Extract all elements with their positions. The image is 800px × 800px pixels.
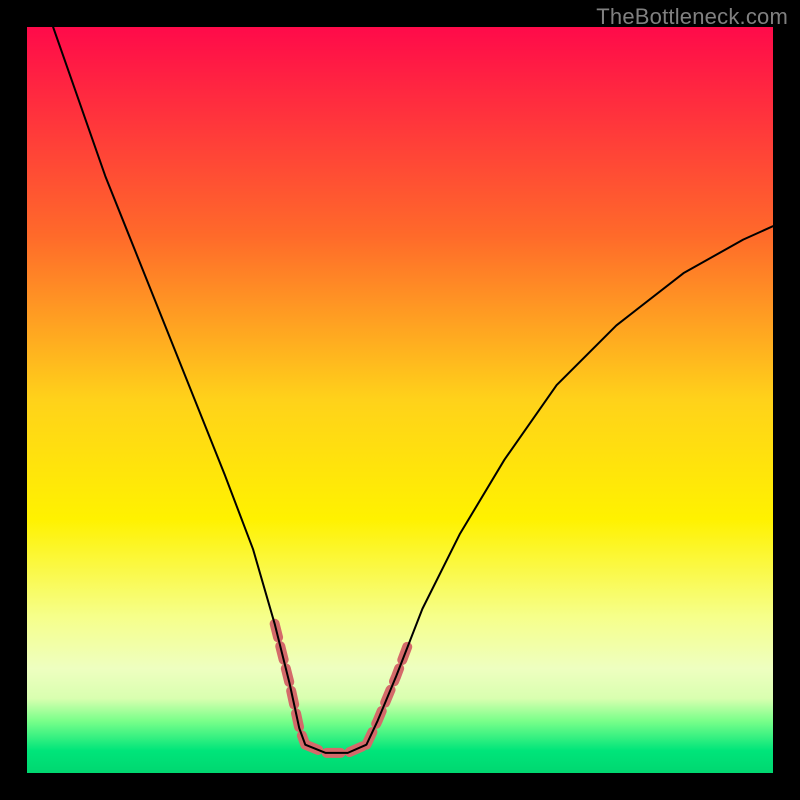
watermark-text: TheBottleneck.com [596,4,788,30]
chart-frame: TheBottleneck.com [0,0,800,800]
plot-area [27,27,773,773]
chart-svg [27,27,773,773]
